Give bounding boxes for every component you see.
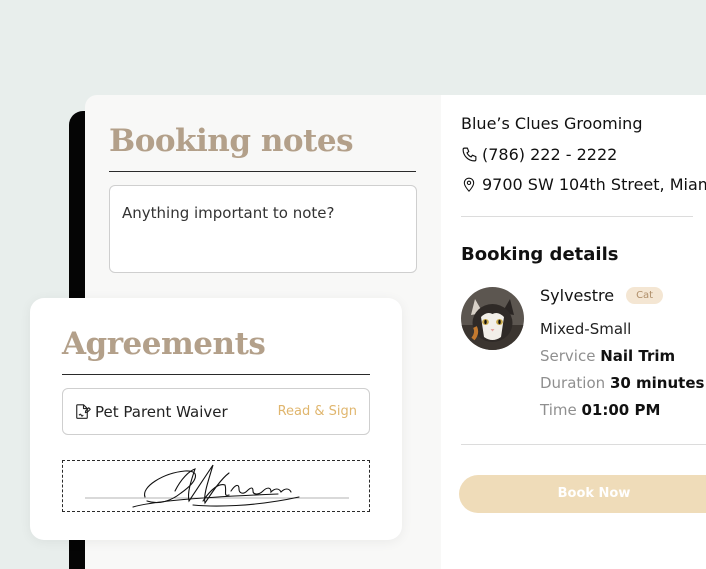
business-phone[interactable]: (786) 222 - 2222: [460, 145, 617, 164]
time-value: 01:00 PM: [581, 401, 661, 419]
time-label: Time: [540, 401, 577, 419]
pet-avatar: [461, 287, 524, 350]
sign-document-icon: [73, 403, 91, 421]
service-label: Service: [540, 347, 596, 365]
duration-row: Duration 30 minutes: [540, 374, 704, 392]
location-pin-icon: [460, 176, 478, 194]
service-row: Service Nail Trim: [540, 347, 675, 365]
pet-name: Sylvestre: [540, 286, 615, 305]
booking-notes-title: Booking notes: [109, 123, 354, 159]
booking-screen: Booking notes Anything important to note…: [0, 0, 706, 569]
duration-label: Duration: [540, 374, 606, 392]
divider: [461, 444, 706, 445]
service-value: Nail Trim: [600, 347, 676, 365]
signature-image: [85, 464, 349, 508]
business-phone-text: (786) 222 - 2222: [482, 145, 618, 164]
business-address[interactable]: 9700 SW 104th Street, Miami,: [460, 175, 706, 194]
booking-details-title: Booking details: [461, 244, 619, 265]
pet-species-badge: Cat: [626, 287, 664, 304]
waiver-row[interactable]: Pet Parent Waiver Read & Sign: [62, 388, 370, 435]
duration-value: 30 minutes: [609, 374, 705, 392]
divider: [461, 216, 693, 217]
agreements-title: Agreements: [62, 326, 266, 362]
book-now-button[interactable]: Book Now: [459, 475, 706, 513]
phone-icon: [460, 146, 478, 164]
business-name: Blue’s Clues Grooming: [461, 114, 643, 133]
agreements-card: Agreements Pet Parent Waiver Read & Sign: [30, 298, 402, 540]
pet-name-row: Sylvestre Cat: [540, 286, 664, 305]
business-panel: Blue’s Clues Grooming (786) 222 - 2222 9…: [441, 95, 706, 569]
business-address-text: 9700 SW 104th Street, Miami,: [482, 175, 706, 194]
booking-notes-input[interactable]: Anything important to note?: [109, 185, 417, 273]
time-row: Time 01:00 PM: [540, 401, 660, 419]
pet-size: Mixed-Small: [540, 320, 632, 338]
read-and-sign-link[interactable]: Read & Sign: [278, 404, 357, 419]
divider: [62, 374, 370, 375]
signature-box[interactable]: [62, 460, 370, 512]
waiver-label: Pet Parent Waiver: [95, 402, 228, 421]
divider: [109, 171, 416, 172]
